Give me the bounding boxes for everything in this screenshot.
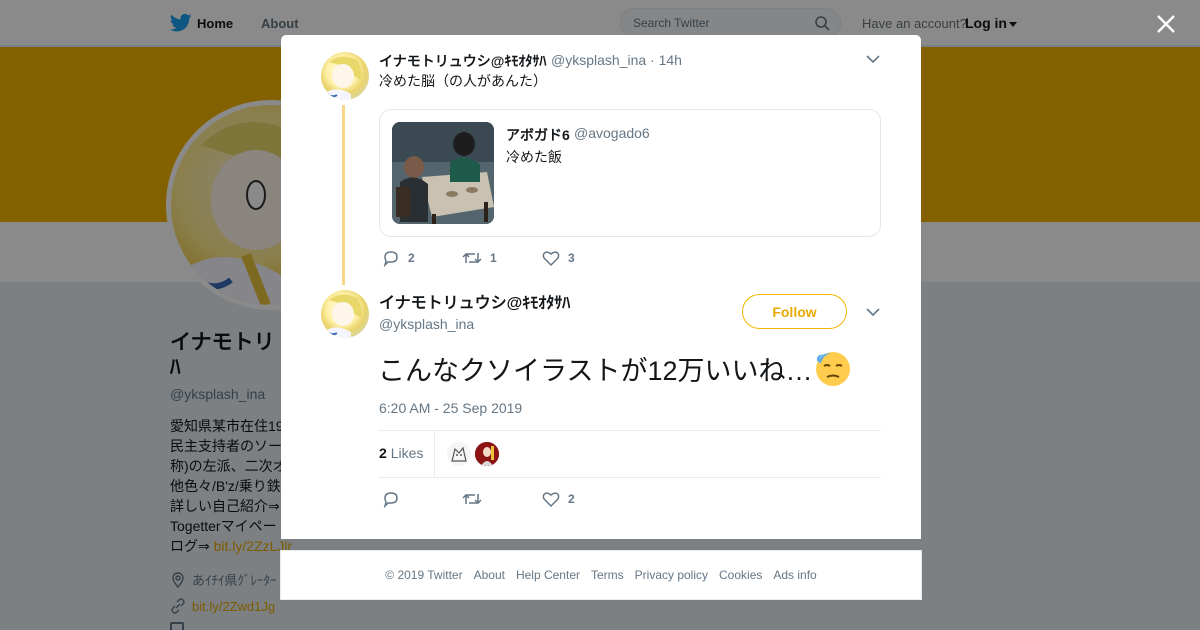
downcast-face-with-sweat-icon	[815, 351, 850, 386]
main-tweet-handle[interactable]: @yksplash_ina	[379, 316, 474, 332]
liker-avatar-illustration	[447, 442, 471, 466]
quoted-tweet-image[interactable]	[392, 122, 494, 224]
avatar-illustration	[325, 294, 362, 338]
follow-button[interactable]: Follow	[742, 294, 847, 329]
footer-link-privacy[interactable]: Privacy policy	[635, 568, 708, 582]
footer-links: © 2019 Twitter About Help Center Terms P…	[280, 550, 922, 600]
quoted-tweet-text: 冷めた飯	[506, 149, 562, 165]
quoted-tweet-handle: @avogado6	[574, 125, 650, 141]
parent-tweet-text: 冷めた脳（の人があんた）	[379, 73, 547, 89]
like-count: 3	[568, 251, 575, 265]
quoted-tweet-illustration	[392, 122, 494, 224]
likes-count: 2	[379, 445, 387, 461]
parent-tweet-handle-row: @yksplash_ina · 14h	[551, 52, 682, 68]
footer-link-ads-info[interactable]: Ads info	[773, 568, 816, 582]
tweet-modal: イナモトリュウシ@ｷﾓｵﾀｻﾊ @yksplash_ina · 14h 冷めた脳…	[281, 35, 921, 539]
footer-link-cookies[interactable]: Cookies	[719, 568, 762, 582]
vertical-divider	[434, 431, 435, 477]
chevron-down-icon[interactable]	[866, 308, 880, 317]
retweet-icon	[462, 493, 482, 505]
main-tweet-author-name[interactable]: イナモトリュウシ@ｷﾓｵﾀｻﾊ	[379, 289, 570, 313]
footer-link-help-center[interactable]: Help Center	[516, 568, 580, 582]
retweet-icon	[462, 252, 482, 264]
divider	[378, 430, 881, 431]
close-icon[interactable]	[1154, 12, 1178, 36]
footer-link-terms[interactable]: Terms	[591, 568, 624, 582]
liker-avatar[interactable]	[475, 442, 499, 466]
reply-button[interactable]: 2	[382, 249, 462, 267]
main-tweet-timestamp[interactable]: 6:20 AM - 25 Sep 2019	[379, 400, 522, 416]
footer-copyright: © 2019 Twitter	[385, 568, 463, 582]
main-tweet-text-row: こんなクソイラストが12万いいね…	[378, 349, 851, 388]
thread-connector-line	[342, 105, 345, 285]
main-tweet-actions: 2	[382, 490, 622, 508]
like-button[interactable]: 3	[542, 249, 622, 267]
chevron-down-icon[interactable]	[866, 55, 880, 64]
parent-tweet-avatar[interactable]	[321, 52, 369, 100]
reply-count: 2	[408, 251, 415, 265]
heart-icon	[542, 492, 560, 508]
quoted-tweet-card[interactable]: アボガド6 @avogado6 冷めた飯	[379, 109, 881, 237]
parent-tweet-author-name[interactable]: イナモトリュウシ@ｷﾓｵﾀｻﾊ	[379, 51, 546, 71]
parent-tweet-handle[interactable]: @yksplash_ina	[551, 52, 646, 68]
like-button[interactable]: 2	[542, 490, 622, 508]
retweet-button[interactable]	[462, 490, 542, 508]
liker-avatar[interactable]	[447, 442, 471, 466]
retweet-count: 1	[490, 251, 497, 265]
parent-tweet-actions: 2 1 3	[382, 249, 622, 267]
avatar-illustration	[325, 56, 362, 100]
liker-avatar-illustration	[475, 442, 499, 466]
main-tweet-avatar[interactable]	[321, 290, 369, 338]
likes-summary[interactable]: 2 Likes	[379, 445, 423, 461]
divider	[378, 477, 881, 478]
main-tweet-text: こんなクソイラストが12万いいね…	[378, 356, 813, 386]
retweet-button[interactable]: 1	[462, 249, 542, 267]
reply-icon	[383, 251, 398, 267]
parent-tweet-age[interactable]: · 14h	[650, 52, 682, 68]
likes-label: Likes	[390, 445, 424, 461]
heart-icon	[542, 251, 560, 267]
like-count: 2	[568, 492, 575, 506]
quoted-tweet-author-name: アボガド6	[506, 127, 570, 143]
reply-button[interactable]	[382, 490, 462, 508]
reply-icon	[383, 492, 398, 508]
footer-link-about[interactable]: About	[474, 568, 505, 582]
